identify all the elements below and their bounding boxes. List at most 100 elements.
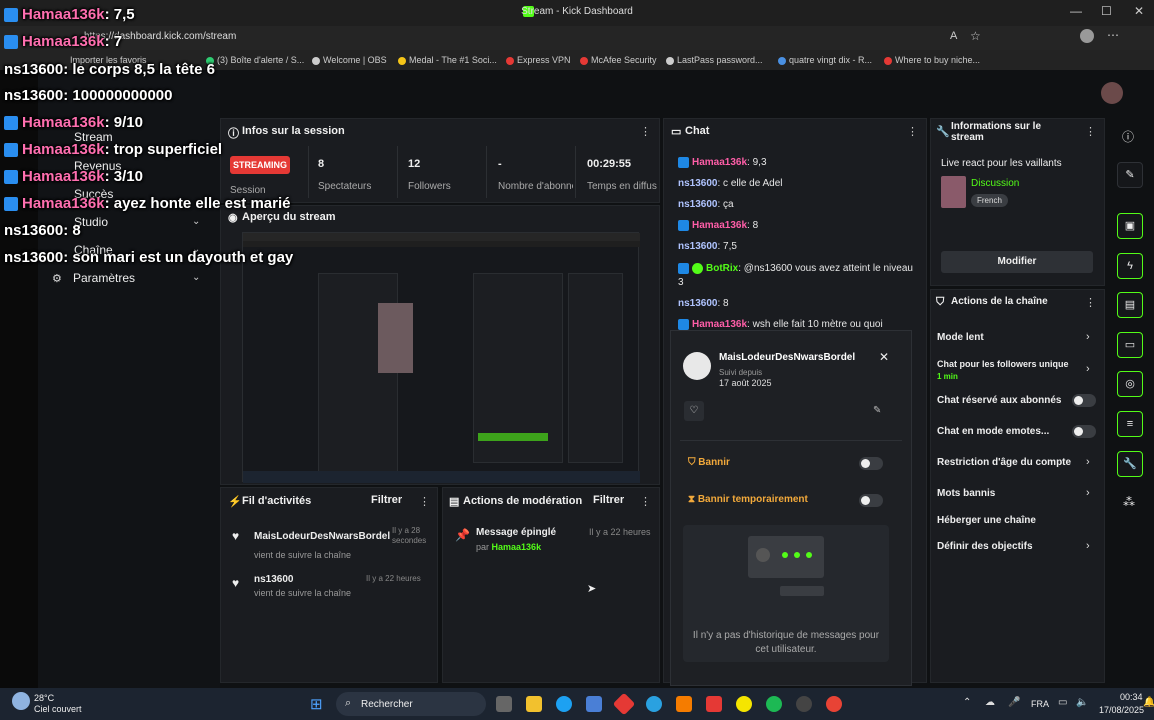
weather-temp: 28°C [34,693,55,703]
minimize-icon[interactable]: — [1070,4,1082,18]
action-set-goals[interactable]: Définir des objectifs [937,541,1033,552]
overlay-chat-line: ns13600: 8 [4,222,81,239]
more-menu-icon[interactable]: ⋯ [1107,28,1119,42]
empty-illustration-bar [780,586,824,596]
bookmark-item[interactable]: Medal - The #1 Soci... [398,55,497,65]
category-name[interactable]: Discussion [971,178,1019,189]
bookmark-item[interactable]: McAfee Security [580,55,657,65]
action-host-channel[interactable]: Héberger une chaîne [937,515,1036,526]
app-icon[interactable] [676,696,692,712]
subs-only-toggle[interactable] [1072,394,1096,407]
kebab-menu-icon[interactable]: ⋮ [1085,296,1096,309]
chevron-right-icon[interactable]: › [1086,456,1090,468]
activity-title: Fil d'activités [242,495,312,507]
ban-toggle[interactable] [859,457,883,470]
action-followers-only[interactable]: Chat pour les followers unique [937,359,1082,369]
clock-date[interactable]: 17/08/2025 [1099,705,1144,715]
chat-bubble-icon[interactable]: ▭ [1117,332,1143,358]
chevron-down-icon[interactable]: ⌄ [192,216,200,227]
windows-start-icon[interactable]: ⊞ [310,695,323,713]
stream-preview-video[interactable] [242,232,640,483]
follow-heart-icon[interactable]: ♡ [684,401,704,421]
language-indicator[interactable]: FRA [1031,699,1049,709]
bookmark-item[interactable]: Welcome | OBS [312,55,387,65]
chevron-right-icon[interactable]: › [1086,331,1090,343]
store-icon[interactable] [586,696,602,712]
chevron-up-icon[interactable]: ⌃ [963,697,971,708]
streaming-badge: STREAMING [230,156,290,174]
chevron-right-icon[interactable]: › [1086,540,1090,552]
maximize-icon[interactable]: ☐ [1101,4,1112,18]
close-window-icon[interactable]: ✕ [1134,4,1144,18]
stat-viewers-label: Spectateurs [318,181,372,192]
bookmark-item[interactable]: Express VPN [506,55,571,65]
chat-message: ns13600: 8 [678,298,729,309]
timeout-row: ⧗ Bannir temporairement [688,494,808,505]
action-slow-mode[interactable]: Mode lent [937,332,984,343]
user-card-followed-label: Suivi depuis [719,368,763,377]
notification-icon[interactable]: 🔔 [1143,697,1154,708]
mute-icon[interactable]: ✎ [873,405,881,416]
nav-item-parametres[interactable]: Paramètres [73,271,135,285]
taskbar-search-text[interactable]: Rechercher [361,699,413,710]
close-icon[interactable]: ✕ [879,350,889,364]
bookmark-item[interactable]: quatre vingt dix - R... [778,55,872,65]
heart-icon: ♥ [232,529,240,543]
chevron-right-icon[interactable]: › [1086,363,1090,375]
kebab-menu-icon[interactable]: ⋮ [1085,125,1096,138]
kebab-menu-icon[interactable]: ⋮ [907,125,918,138]
task-view-icon[interactable] [496,696,512,712]
connections-icon[interactable]: ⁂ [1123,495,1135,509]
microphone-icon[interactable]: 🎤 [1008,697,1020,708]
overlay-chat-line: ns13600: son mari est un dayouth et gay [4,249,294,266]
divider [308,146,309,198]
edit-pencil-icon[interactable]: ✎ [1117,162,1143,188]
wrench-icon[interactable]: 🔧 [1117,451,1143,477]
stat-uptime-label: Temps en diffusion [587,181,657,192]
lightning-icon[interactable]: ϟ [1117,253,1143,279]
search-icon: ⌕ [345,697,352,709]
chevron-down-icon[interactable]: ⌄ [192,272,200,283]
action-age-restriction[interactable]: Restriction d'âge du compte [937,457,1071,468]
info-icon: ⓘ [228,128,239,140]
action-banned-words[interactable]: Mots bannis [937,488,995,499]
broadcast-icon[interactable]: ◎ [1117,371,1143,397]
chat-message: ns13600: 7,5 [678,241,737,252]
obs-icon[interactable] [796,696,812,712]
document-icon[interactable]: ▤ [1117,292,1143,318]
moderation-filter-button[interactable]: Filtrer [593,494,624,506]
chevron-right-icon[interactable]: › [1086,487,1090,499]
emote-mode-toggle[interactable] [1072,425,1096,438]
youtube-icon[interactable] [706,696,722,712]
kick-badge-icon [4,116,18,131]
info-icon[interactable]: ⓘ [1122,128,1134,145]
snapchat-icon[interactable] [736,696,752,712]
edit-button[interactable]: Modifier [941,251,1093,273]
activity-filter-button[interactable]: Filtrer [371,494,402,506]
bookmark-item[interactable]: (3) Boîte d'alerte / S... [206,55,304,65]
display-icon[interactable]: ▭ [1058,697,1067,708]
file-explorer-icon[interactable] [526,696,542,712]
read-aloud-icon[interactable]: A [950,30,957,42]
user-card-name: MaisLodeurDesNwarsBordel [719,352,856,363]
bookmark-item[interactable]: LastPass password... [666,55,763,65]
timeout-toggle[interactable] [859,494,883,507]
network-icon[interactable]: ☁ [985,697,995,708]
bookmark-item[interactable]: Where to buy niche... [884,55,980,65]
spotify-icon[interactable] [766,696,782,712]
kebab-menu-icon[interactable]: ⋮ [640,125,651,138]
profile-avatar-icon[interactable] [1080,29,1094,43]
clock-time[interactable]: 00:34 [1120,692,1143,702]
kick-badge-icon [4,35,18,50]
edge-icon[interactable] [556,696,572,712]
kick-badge-icon [4,197,18,212]
app-icon[interactable] [646,696,662,712]
chrome-icon[interactable] [826,696,842,712]
list-icon[interactable]: ≡ [1117,411,1143,437]
kebab-menu-icon[interactable]: ⋮ [640,495,651,508]
favorite-star-icon[interactable]: ☆ [970,29,981,43]
user-avatar[interactable] [1101,82,1123,104]
screen-icon[interactable]: ▣ [1117,213,1143,239]
volume-icon[interactable]: 🔈 [1076,697,1088,708]
kebab-menu-icon[interactable]: ⋮ [419,495,430,508]
